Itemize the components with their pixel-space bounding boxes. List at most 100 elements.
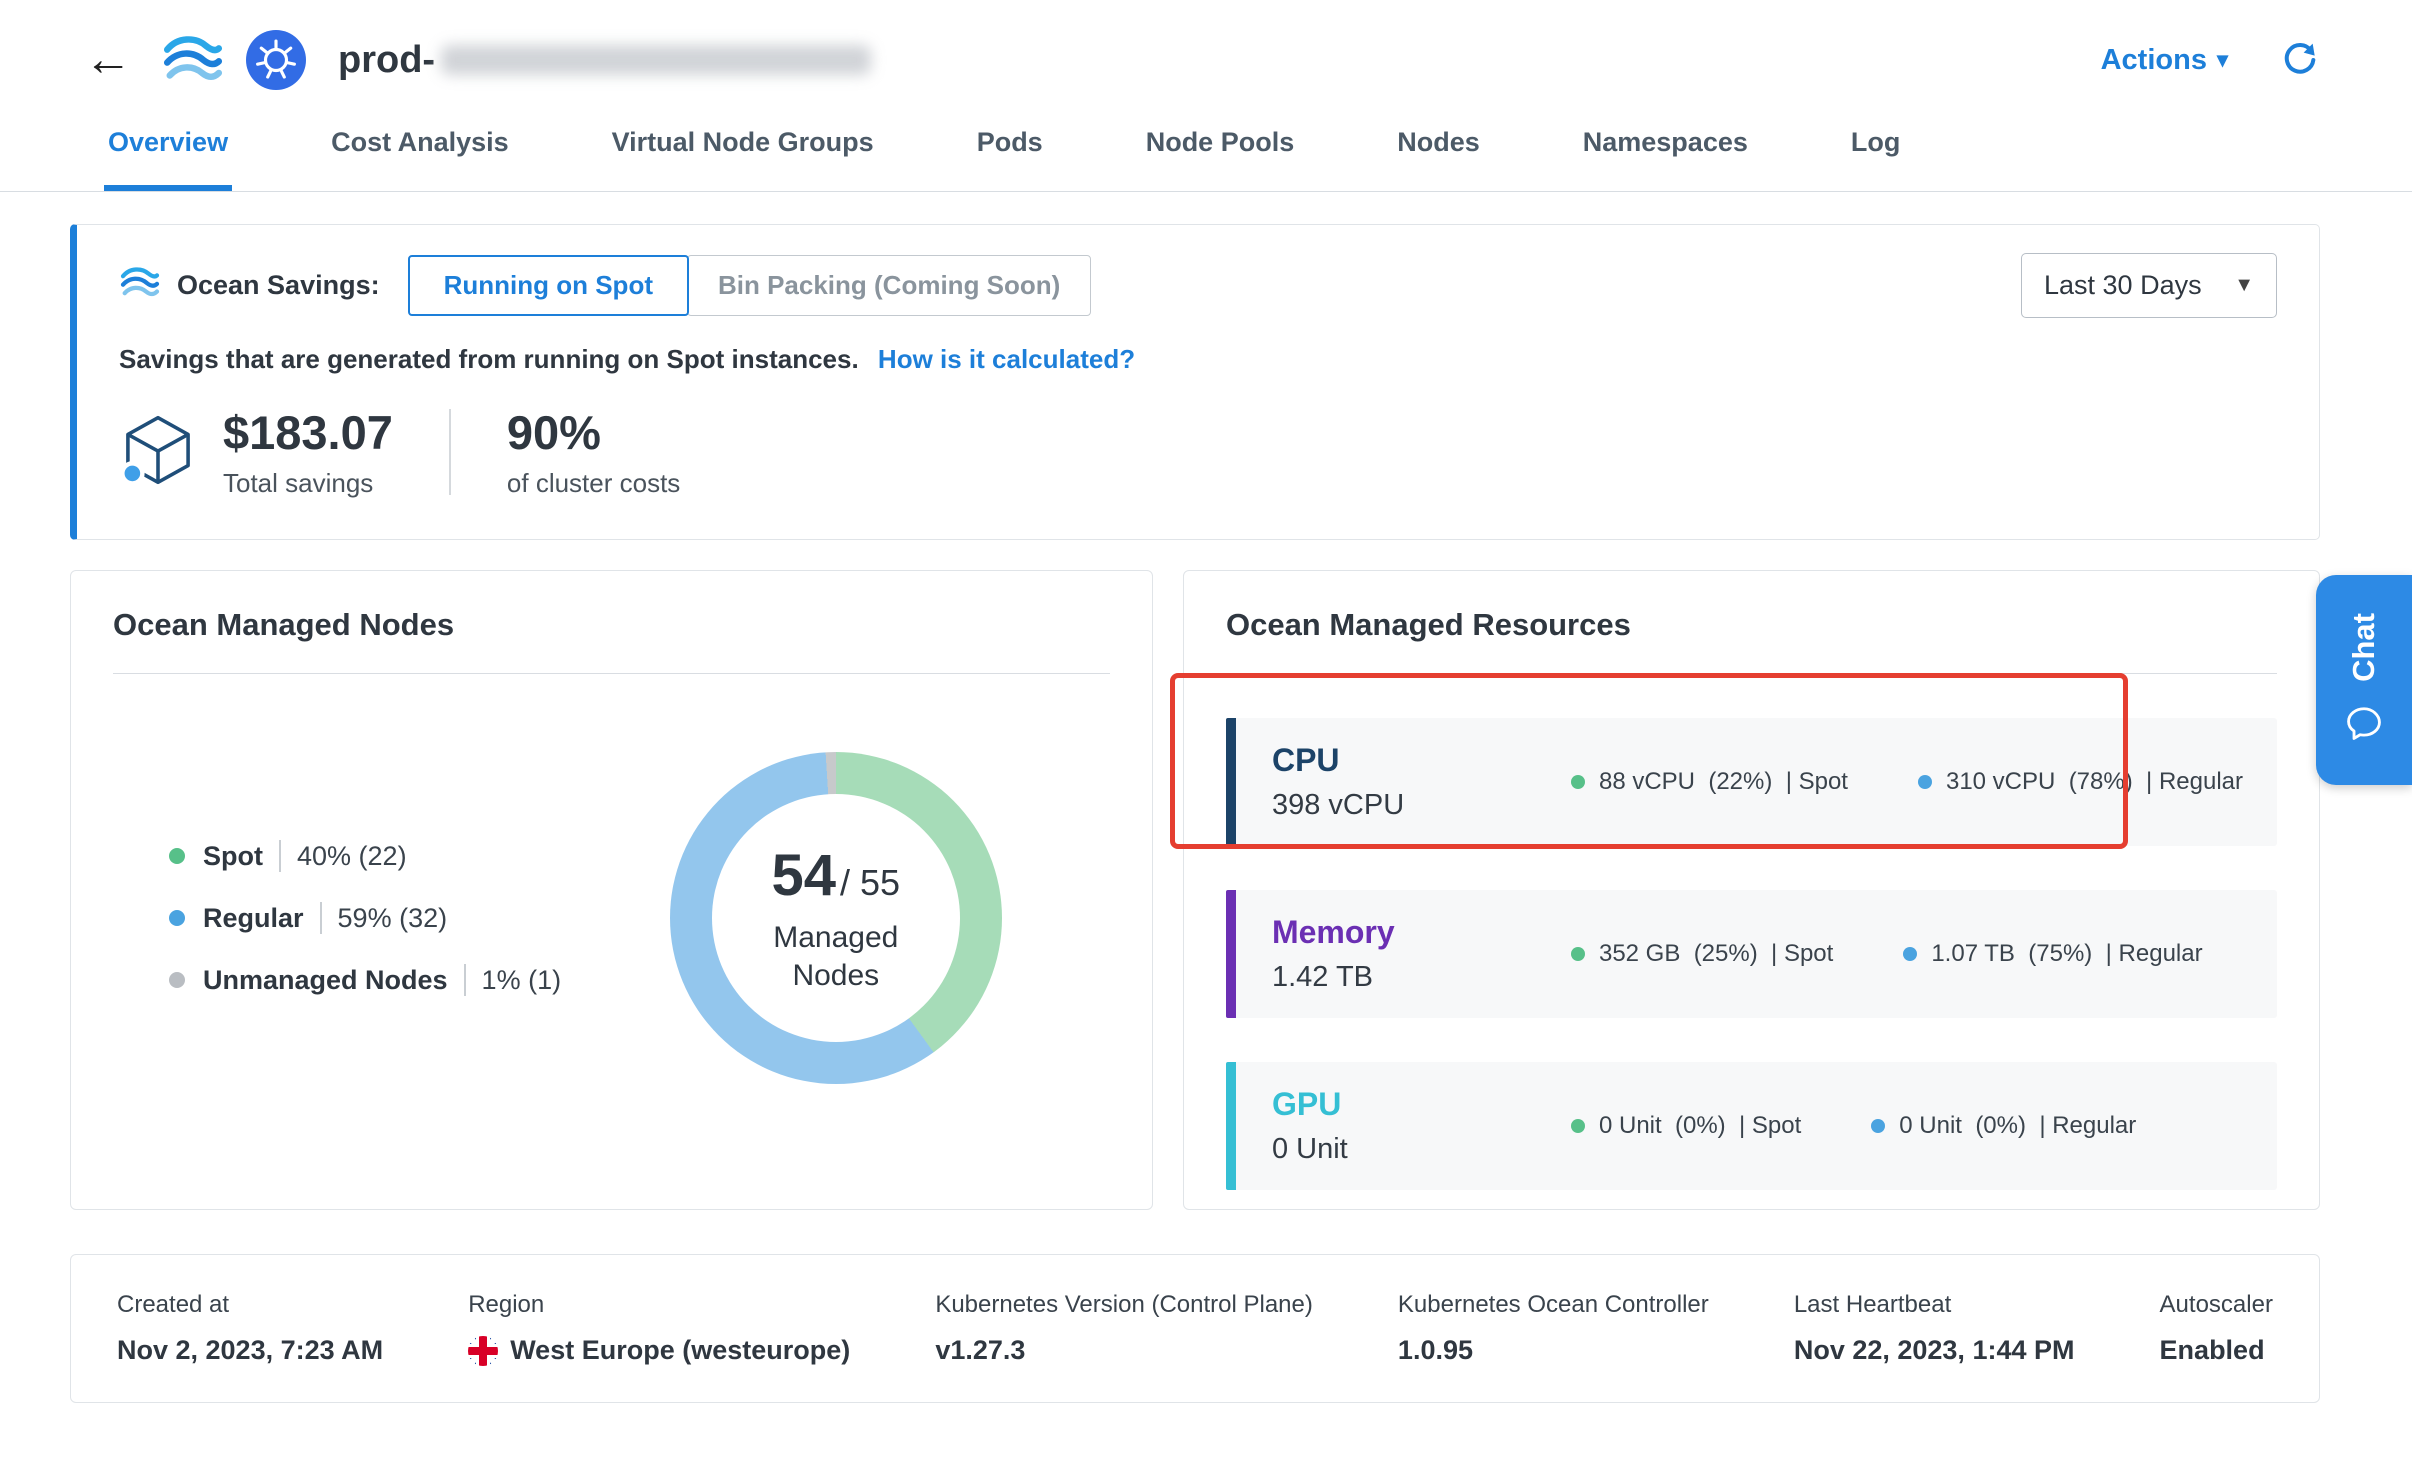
cluster-name-prefix: prod- [338,39,435,82]
running-on-spot-button[interactable]: Running on Spot [408,255,689,316]
donut-label: Managed Nodes [751,919,921,994]
how-calculated-link[interactable]: How is it calculated? [878,344,1135,374]
total-count: / 55 [840,862,900,904]
footer-label: Region [468,1291,850,1319]
stats-divider [449,409,451,495]
savings-percent-label: of cluster costs [507,468,680,499]
footer-label: Kubernetes Version (Control Plane) [935,1291,1313,1319]
managed-nodes-donut: 54 / 55 Managed Nodes [670,752,1002,1084]
chat-bubble-icon [2345,704,2383,747]
back-arrow-icon[interactable]: ← [84,36,132,84]
total-savings-value: $183.07 [223,405,393,460]
footer-created-at: Created at Nov 2, 2023, 7:23 AM [117,1291,383,1366]
memory-name: Memory [1272,914,1507,951]
stat-text: 88 vCPU (22%) | Spot [1599,768,1848,796]
managed-resources-card: Ocean Managed Resources CPU 398 vCPU 88 … [1183,570,2320,1210]
tab-cost-analysis[interactable]: Cost Analysis [327,100,513,191]
ocean-savings-panel: Ocean Savings: Running on Spot Bin Packi… [70,224,2320,540]
legend-value: 59% (32) [338,903,448,934]
savings-mode-toggle: Running on Spot Bin Packing (Coming Soon… [408,255,1092,316]
cpu-spot-stat: 88 vCPU (22%) | Spot [1571,768,1848,796]
tab-namespaces[interactable]: Namespaces [1579,100,1752,191]
regular-dot-icon [1918,775,1932,789]
legend-separator [320,902,322,934]
bin-packing-button[interactable]: Bin Packing (Coming Soon) [687,255,1091,316]
cpu-accent-bar [1226,718,1236,846]
stat-text: 352 GB (25%) | Spot [1599,940,1833,968]
cpu-regular-stat: 310 vCPU (78%) | Regular [1918,768,2243,796]
footer-value: v1.27.3 [935,1335,1313,1366]
actions-button[interactable]: Actions ▾ [2101,44,2228,77]
stat-text: 310 vCPU (78%) | Regular [1946,768,2243,796]
card-divider [113,673,1110,674]
managed-nodes-title: Ocean Managed Nodes [113,607,1110,643]
savings-percent-value: 90% [507,405,680,460]
tab-virtual-node-groups[interactable]: Virtual Node Groups [608,100,878,191]
footer-autoscaler: Autoscaler Enabled [2160,1291,2273,1366]
footer-last-heartbeat: Last Heartbeat Nov 22, 2023, 1:44 PM [1794,1291,2075,1366]
legend-label: Unmanaged Nodes [203,965,448,996]
gpu-spot-stat: 0 Unit (0%) | Spot [1571,1112,1801,1140]
cpu-amount: 398 vCPU [1272,789,1507,822]
gpu-name: GPU [1272,1086,1507,1123]
legend-separator [464,964,466,996]
unmanaged-dot-icon [169,972,185,988]
tab-log[interactable]: Log [1847,100,1904,191]
footer-k8s-version: Kubernetes Version (Control Plane) v1.27… [935,1291,1313,1366]
legend-label: Spot [203,841,263,872]
managed-count: 54 [772,842,837,909]
spot-dot-icon [1571,775,1585,789]
tab-bar: Overview Cost Analysis Virtual Node Grou… [0,100,2412,192]
chat-button[interactable]: Chat [2316,575,2412,785]
tab-node-pools[interactable]: Node Pools [1142,100,1299,191]
legend-value: 1% (1) [482,965,562,996]
region-text: West Europe (westeurope) [510,1335,850,1366]
spot-wave-logo-icon [162,34,224,86]
legend-item-regular: Regular 59% (32) [169,902,562,934]
period-dropdown[interactable]: Last 30 Days ▼ [2021,253,2277,318]
wave-icon [119,266,161,305]
legend-item-unmanaged: Unmanaged Nodes 1% (1) [169,964,562,996]
top-header: ← prod- Actions ▾ [0,0,2412,100]
regular-dot-icon [1903,947,1917,961]
managed-resources-title: Ocean Managed Resources [1226,607,2277,643]
footer-value: 1.0.95 [1398,1335,1709,1366]
card-divider [1226,673,2277,674]
footer-label: Kubernetes Ocean Controller [1398,1291,1709,1319]
footer-value: Nov 22, 2023, 1:44 PM [1794,1335,2075,1366]
stat-text: 0 Unit (0%) | Regular [1899,1112,2136,1140]
savings-cube-icon [119,411,197,494]
footer-region: Region West Europe (westeurope) [468,1291,850,1366]
memory-regular-stat: 1.07 TB (75%) | Regular [1903,940,2202,968]
spot-dot-icon [1571,1119,1585,1133]
cluster-info-bar: Created at Nov 2, 2023, 7:23 AM Region W… [70,1254,2320,1403]
gpu-accent-bar [1226,1062,1236,1190]
donut-center: 54 / 55 Managed Nodes [712,794,960,1042]
resource-row-memory: Memory 1.42 TB 352 GB (25%) | Spot 1.07 … [1226,890,2277,1018]
memory-amount: 1.42 TB [1272,961,1507,994]
ocean-savings-label: Ocean Savings: [177,270,380,301]
footer-value: Nov 2, 2023, 7:23 AM [117,1335,383,1366]
legend-separator [279,840,281,872]
chat-label: Chat [2346,613,2382,682]
footer-label: Created at [117,1291,383,1319]
refresh-button[interactable] [2280,40,2320,80]
stat-text: 0 Unit (0%) | Spot [1599,1112,1801,1140]
cluster-name-redacted [441,45,871,75]
stat-text: 1.07 TB (75%) | Regular [1931,940,2202,968]
chevron-down-icon: ▼ [2234,274,2254,297]
footer-label: Autoscaler [2160,1291,2273,1319]
nodes-legend: Spot 40% (22) Regular 59% (32) Unmanaged… [113,810,562,1026]
tab-pods[interactable]: Pods [973,100,1047,191]
spot-dot-icon [169,848,185,864]
tab-overview[interactable]: Overview [104,100,232,191]
memory-accent-bar [1226,890,1236,1018]
kubernetes-logo-icon [246,30,306,90]
legend-label: Regular [203,903,304,934]
tab-nodes[interactable]: Nodes [1393,100,1484,191]
legend-item-spot: Spot 40% (22) [169,840,562,872]
chevron-down-icon: ▾ [2217,47,2228,73]
gpu-amount: 0 Unit [1272,1133,1507,1166]
footer-label: Last Heartbeat [1794,1291,2075,1319]
footer-value: West Europe (westeurope) [468,1335,850,1366]
